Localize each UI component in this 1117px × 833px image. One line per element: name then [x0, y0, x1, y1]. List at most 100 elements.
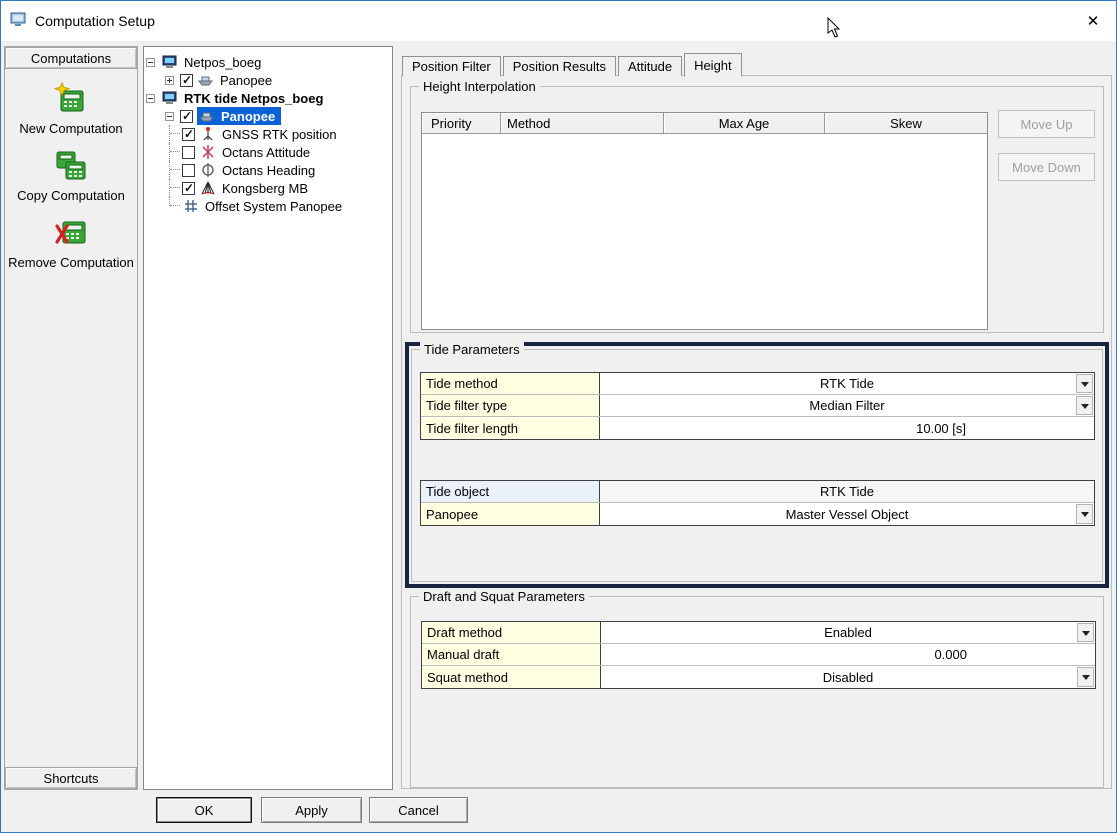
draft-squat-group: Draft and Squat Parameters Draft method …: [410, 596, 1104, 788]
mouse-cursor: [827, 17, 841, 39]
close-button[interactable]: ✕: [1070, 1, 1116, 41]
dropdown-arrow-icon[interactable]: [1076, 396, 1093, 415]
column-header-method[interactable]: Method: [501, 113, 664, 133]
tide-parameters-highlight: Tide Parameters Tide method RTK Tide Tid…: [405, 342, 1109, 588]
tree-item-gnss-rtk-position[interactable]: GNSS RTK position: [146, 125, 390, 143]
copy-computation-button[interactable]: Copy Computation: [5, 149, 137, 216]
tide-method-dropdown[interactable]: RTK Tide: [600, 373, 1094, 394]
manual-draft-field[interactable]: 0.000: [601, 644, 1095, 665]
column-header-skew[interactable]: Skew: [825, 113, 987, 133]
tree-item-label: Panopee: [218, 73, 274, 88]
param-label: Squat method: [422, 666, 601, 688]
column-header-priority[interactable]: Priority: [422, 113, 501, 133]
tide-object-row: Tide object RTK Tide: [421, 481, 1094, 503]
computations-header-button[interactable]: Computations: [5, 47, 137, 69]
param-label: Panopee: [421, 503, 600, 525]
height-interpolation-group: Height Interpolation Priority Method Max…: [410, 86, 1104, 333]
copy-computation-icon: [54, 149, 88, 186]
height-tab-page: Height Interpolation Priority Method Max…: [401, 75, 1112, 789]
cancel-button[interactable]: Cancel: [369, 797, 468, 823]
move-down-button[interactable]: Move Down: [998, 153, 1095, 181]
checkbox-checked-icon[interactable]: [182, 128, 195, 141]
multibeam-icon: [199, 180, 217, 196]
checkbox-unchecked-icon[interactable]: [182, 164, 195, 177]
computation-tree: Netpos_boeg Panopee RTK tide Netpos_boeg: [143, 46, 393, 790]
computation-actions: New Computation Copy Computation: [5, 82, 137, 283]
tree-item-label: Octans Attitude: [220, 145, 312, 160]
param-value: Master Vessel Object: [786, 507, 909, 522]
titlebar: Computation Setup ✕: [1, 1, 1116, 41]
tree-item-label: RTK tide Netpos_boeg: [182, 91, 325, 106]
tide-filter-length-field[interactable]: 10.00 [s]: [600, 417, 1094, 439]
tide-object-table: Tide object RTK Tide Panopee Master Vess…: [420, 480, 1095, 526]
dropdown-arrow-icon[interactable]: [1077, 667, 1094, 687]
draft-method-dropdown[interactable]: Enabled: [601, 622, 1095, 643]
action-label: Copy Computation: [17, 189, 125, 203]
tree-item-kongsberg-mb[interactable]: Kongsberg MB: [146, 179, 390, 197]
tree-item-label: Netpos_boeg: [182, 55, 263, 70]
computations-panel: Computations New Computation: [4, 46, 138, 790]
new-computation-icon: [54, 82, 88, 119]
checkbox-checked-icon[interactable]: [180, 74, 193, 87]
collapse-expander-icon[interactable]: [165, 112, 174, 121]
tree-item-octans-attitude[interactable]: Octans Attitude: [146, 143, 390, 161]
dropdown-arrow-icon[interactable]: [1076, 374, 1093, 393]
tide-filter-type-row: Tide filter type Median Filter: [421, 395, 1094, 417]
draft-method-row: Draft method Enabled: [422, 622, 1095, 644]
computation-icon: [161, 54, 179, 70]
tide-filter-type-dropdown[interactable]: Median Filter: [600, 395, 1094, 416]
param-label: Tide method: [421, 373, 600, 394]
tree-item-netpos-boeg[interactable]: Netpos_boeg: [146, 53, 390, 71]
param-value: Disabled: [823, 670, 874, 685]
tree-item-label: GNSS RTK position: [220, 127, 339, 142]
new-computation-button[interactable]: New Computation: [5, 82, 137, 149]
tree-item-panopee-selected[interactable]: Panopee: [146, 107, 390, 125]
checkbox-checked-icon[interactable]: [180, 110, 193, 123]
checkbox-unchecked-icon[interactable]: [182, 146, 195, 159]
apply-button[interactable]: Apply: [261, 797, 362, 823]
tree-item-rtk-tide-netpos-boeg[interactable]: RTK tide Netpos_boeg: [146, 89, 390, 107]
tab-position-filter[interactable]: Position Filter: [402, 56, 501, 76]
tab-attitude[interactable]: Attitude: [618, 56, 682, 76]
tab-strip: Position Filter Position Results Attitud…: [402, 52, 744, 76]
tree-item-octans-heading[interactable]: Octans Heading: [146, 161, 390, 179]
checkbox-checked-icon[interactable]: [182, 182, 195, 195]
tree-item-label: Panopee: [219, 109, 277, 124]
offset-icon: [182, 198, 200, 214]
tree-item-offset-system-panopee[interactable]: Offset System Panopee: [146, 197, 390, 215]
shortcuts-button[interactable]: Shortcuts: [5, 767, 137, 789]
dropdown-arrow-icon[interactable]: [1076, 504, 1093, 524]
squat-method-dropdown[interactable]: Disabled: [601, 666, 1095, 688]
param-label: Draft method: [422, 622, 601, 643]
group-title: Draft and Squat Parameters: [419, 589, 589, 604]
expand-expander-icon[interactable]: [165, 76, 174, 85]
move-up-button[interactable]: Move Up: [998, 110, 1095, 138]
column-header-max-age[interactable]: Max Age: [664, 113, 825, 133]
panopee-tide-object-dropdown[interactable]: Master Vessel Object: [600, 503, 1094, 525]
param-value: 10.00 [s]: [916, 421, 966, 436]
param-label: Tide filter length: [421, 417, 600, 439]
table-header-row: Priority Method Max Age Skew: [422, 113, 987, 134]
dropdown-arrow-icon[interactable]: [1077, 623, 1094, 642]
manual-draft-row: Manual draft 0.000: [422, 644, 1095, 666]
tab-height[interactable]: Height: [684, 53, 742, 77]
param-value: Median Filter: [809, 398, 884, 413]
tree-item-panopee-collapsed[interactable]: Panopee: [146, 71, 390, 89]
squat-method-row: Squat method Disabled: [422, 666, 1095, 688]
group-title: Height Interpolation: [419, 79, 540, 94]
tree-item-label: Kongsberg MB: [220, 181, 310, 196]
height-interpolation-table: Priority Method Max Age Skew: [421, 112, 988, 330]
gnss-icon: [199, 126, 217, 142]
collapse-expander-icon[interactable]: [146, 58, 155, 67]
computation-setup-window: Computation Setup ✕ Computations New Com…: [0, 0, 1117, 833]
tree-connector: [169, 197, 182, 206]
ok-button[interactable]: OK: [156, 797, 252, 823]
vessel-icon: [197, 72, 215, 88]
tree-item-label: Octans Heading: [220, 163, 317, 178]
remove-computation-button[interactable]: Remove Computation: [5, 216, 137, 283]
tab-position-results[interactable]: Position Results: [503, 56, 616, 76]
selected-tree-item[interactable]: Panopee: [197, 107, 281, 125]
computation-icon: [161, 90, 179, 106]
collapse-expander-icon[interactable]: [146, 94, 155, 103]
heading-icon: [199, 162, 217, 178]
